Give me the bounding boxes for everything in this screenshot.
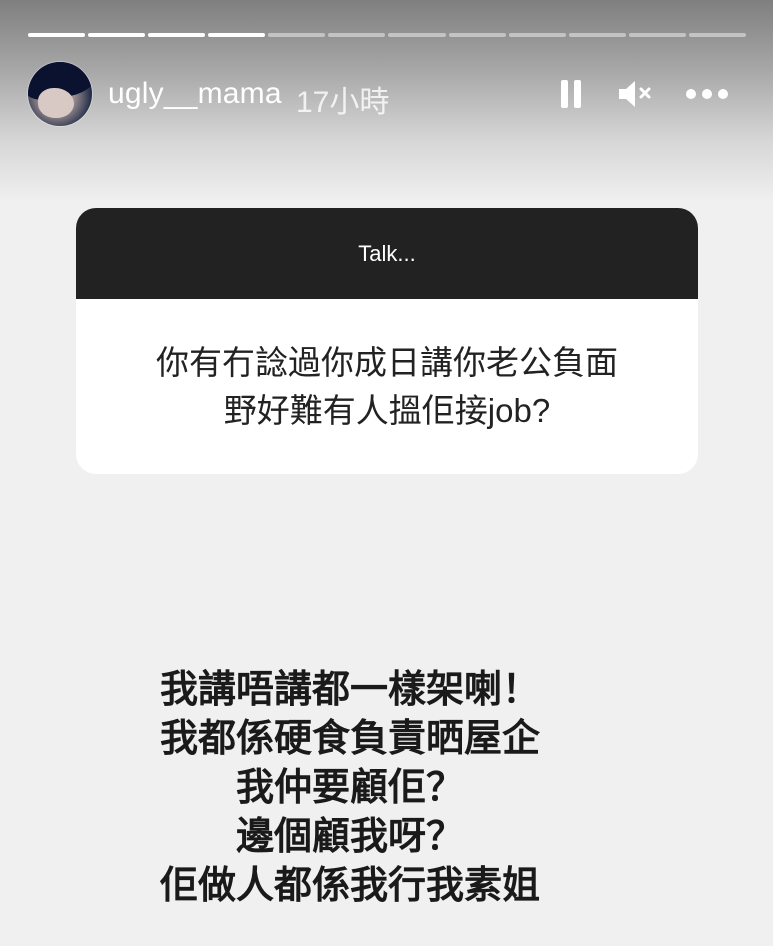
progress-segment: [568, 33, 626, 37]
question-sticker-header: Talk...: [76, 208, 698, 299]
progress-segment: [628, 33, 686, 37]
story-progress-bar: [28, 33, 746, 37]
progress-segment: [688, 33, 746, 37]
answer-line: 邊個顧我呀？: [235, 816, 464, 858]
answer-text: 我講唔講都一樣架喇！ 我都係硬食負責晒屋企 我仲要顧佢？ 邊個顧我呀？ 佢做人都…: [100, 666, 600, 911]
answer-line: 我講唔講都一樣架喇！: [159, 669, 540, 711]
timestamp: 17小時: [296, 86, 390, 119]
speaker-muted-icon[interactable]: [614, 76, 656, 112]
username[interactable]: ugly__mama: [108, 77, 282, 111]
progress-segment: [448, 33, 506, 37]
question-text: 你有冇諗過你成日講你老公負面 野好難有人搵佢接job?: [76, 299, 698, 474]
story-view[interactable]: ugly__mama 17小時 Talk... 你有冇諗過你成日講你老公負面 野…: [0, 0, 773, 946]
question-sticker[interactable]: Talk... 你有冇諗過你成日講你老公負面 野好難有人搵佢接job?: [76, 208, 698, 474]
answer-line: 佢做人都係我行我素姐: [159, 865, 540, 907]
progress-segment: [28, 33, 86, 37]
question-line: 你有冇諗過你成日講你老公負面: [156, 343, 618, 381]
progress-segment: [148, 33, 206, 37]
progress-segment: [508, 33, 566, 37]
question-line: 野好難有人搵佢接job?: [223, 391, 551, 429]
more-options-icon[interactable]: [682, 76, 732, 112]
progress-segment: [268, 33, 326, 37]
pause-icon[interactable]: [556, 76, 586, 112]
answer-line: 我都係硬食負責晒屋企: [159, 718, 540, 760]
progress-segment: [328, 33, 386, 37]
answer-line: 我仲要顧佢？: [235, 767, 464, 809]
progress-segment: [388, 33, 446, 37]
avatar[interactable]: [28, 62, 92, 126]
progress-segment: [208, 33, 266, 37]
progress-segment: [88, 33, 146, 37]
